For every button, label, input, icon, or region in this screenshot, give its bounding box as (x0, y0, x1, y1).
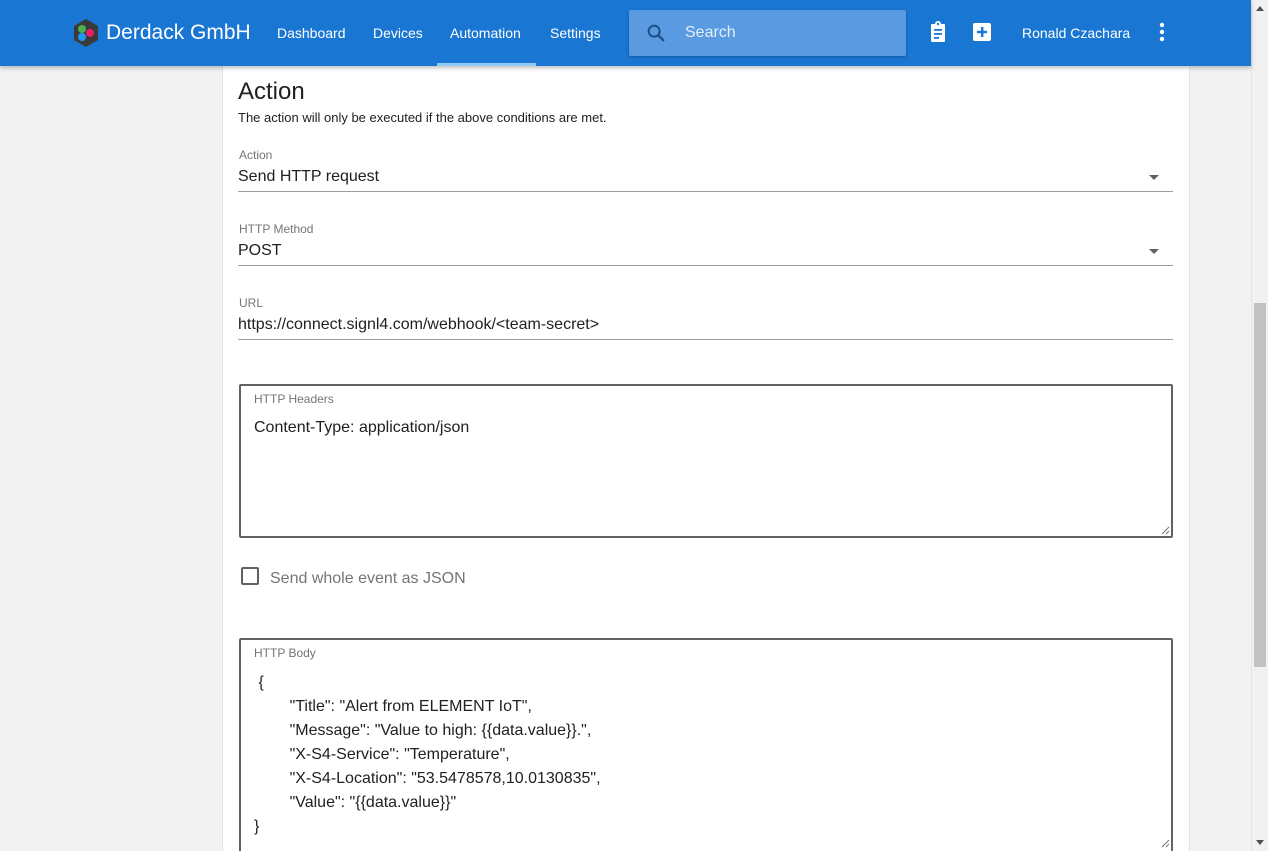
top-app-bar: Derdack GmbH Dashboard Devices Automatio… (0, 0, 1251, 66)
search-box[interactable] (629, 10, 906, 56)
url-input[interactable]: https://connect.signl4.com/webhook/<team… (238, 315, 599, 335)
clipboard-icon[interactable] (926, 20, 950, 44)
nav-dashboard[interactable]: Dashboard (277, 24, 346, 42)
http-headers-label: HTTP Headers (254, 392, 334, 406)
http-method-select[interactable]: POST (238, 241, 282, 261)
scroll-down-arrow-icon[interactable] (1256, 840, 1264, 845)
send-whole-event-checkbox[interactable] (241, 567, 259, 585)
nav-automation[interactable]: Automation (450, 24, 521, 42)
http-body-textarea[interactable]: HTTP Body { "Title": "Alert from ELEMENT… (239, 638, 1173, 851)
url-underline (238, 339, 1173, 340)
action-select[interactable]: Send HTTP request (238, 167, 379, 187)
resize-handle-icon[interactable] (1160, 525, 1170, 535)
page-scrollbar[interactable] (1251, 0, 1268, 851)
send-whole-event-label[interactable]: Send whole event as JSON (270, 569, 466, 589)
http-method-label: HTTP Method (239, 222, 314, 236)
nav-settings[interactable]: Settings (550, 24, 601, 42)
logo-icon[interactable] (71, 18, 101, 48)
http-method-dropdown-icon[interactable] (1149, 249, 1159, 254)
url-label: URL (239, 296, 264, 310)
http-headers-value[interactable]: Content-Type: application/json (254, 416, 469, 440)
add-box-icon[interactable] (970, 20, 994, 44)
action-label: Action (239, 148, 273, 162)
search-icon (647, 24, 665, 42)
action-underline (238, 191, 1173, 192)
section-title: Action (238, 78, 305, 105)
brand-name[interactable]: Derdack GmbH (106, 20, 251, 46)
user-name[interactable]: Ronald Czachara (1022, 24, 1130, 42)
http-body-label: HTTP Body (254, 646, 316, 660)
action-dropdown-icon[interactable] (1149, 175, 1159, 180)
http-body-value[interactable]: { "Title": "Alert from ELEMENT IoT", "Me… (254, 671, 601, 839)
nav-devices[interactable]: Devices (373, 24, 423, 42)
scroll-thumb[interactable] (1254, 303, 1266, 667)
http-method-underline (238, 265, 1173, 266)
scroll-up-arrow-icon[interactable] (1256, 6, 1264, 11)
active-nav-indicator (437, 63, 536, 66)
section-subtitle: The action will only be executed if the … (238, 110, 607, 125)
search-input[interactable] (685, 10, 895, 56)
resize-handle-icon[interactable] (1160, 838, 1170, 848)
http-headers-textarea[interactable]: HTTP Headers Content-Type: application/j… (239, 384, 1173, 538)
more-vert-icon[interactable] (1150, 20, 1174, 44)
